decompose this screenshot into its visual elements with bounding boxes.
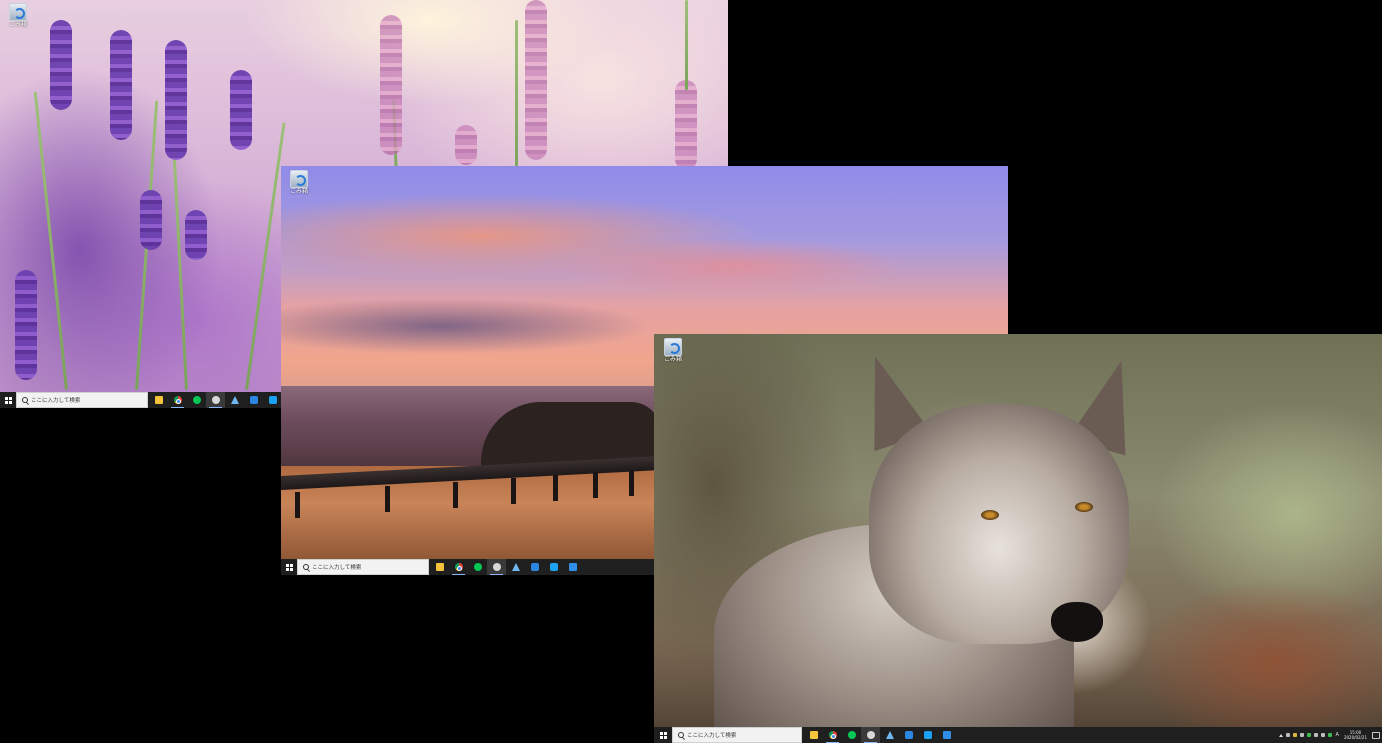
battery-icon[interactable] [1328,733,1333,737]
taskbar-file-explorer[interactable] [149,392,168,408]
volume-icon[interactable] [1321,733,1326,737]
start-button[interactable] [281,559,297,575]
search-placeholder: ここに入力して検索 [312,565,362,571]
twitter-icon [549,563,558,571]
clock-date: 2020/02/21 [1343,735,1367,740]
taskbar-line[interactable] [842,727,861,743]
start-button[interactable] [0,392,16,408]
app-launcher-icon [530,563,539,571]
clock[interactable]: 15:00 2020/02/21 [1344,730,1367,740]
chrome-icon [454,563,463,571]
twitter-icon [923,731,932,739]
cloud-icon [866,731,875,739]
taskbar-cloud-app[interactable] [206,392,225,408]
ime-indicator[interactable]: A [1336,732,1339,738]
taskbar-cloud-app[interactable] [861,727,880,743]
taskbar-navigation-app[interactable] [225,392,244,408]
app-window-icon [942,731,951,739]
tray-sync-icon[interactable] [1307,733,1312,737]
taskbar-navigation-app[interactable] [506,559,525,575]
taskbar-cloud-app[interactable] [487,559,506,575]
search-box[interactable]: ここに入力して検索 [297,559,429,575]
search-icon [303,564,309,570]
recycle-bin-icon[interactable]: ごみ箱 [284,170,314,196]
taskbar-app-launcher[interactable] [244,392,263,408]
taskbar: ここに入力して検索 A 15:00 2020/02/21 [654,727,1382,743]
recycle-bin-label: ごみ箱 [8,21,27,28]
taskbar-chrome[interactable] [449,559,468,575]
app-window-icon [568,563,577,571]
recycle-bin-glyph-icon [9,3,27,21]
app-launcher-icon [904,731,913,739]
line-icon [473,563,482,571]
chrome-icon [173,396,182,404]
folder-icon [154,396,163,404]
taskbar-chrome[interactable] [823,727,842,743]
search-placeholder: ここに入力して検索 [31,398,81,404]
start-button[interactable] [654,727,672,743]
taskbar-app-launcher[interactable] [899,727,918,743]
recycle-bin-label: ごみ箱 [663,356,682,363]
taskbar-twitter[interactable] [544,559,563,575]
search-box[interactable]: ここに入力して検索 [16,392,148,408]
navigation-icon [511,563,520,571]
folder-icon [435,563,444,571]
taskbar-navigation-app[interactable] [880,727,899,743]
taskbar-twitter[interactable] [918,727,937,743]
notification-center-icon[interactable] [1372,731,1380,739]
windows-logo-icon [4,396,12,404]
recycle-bin-label: ごみ箱 [289,188,308,195]
line-icon [192,396,201,404]
navigation-icon [885,731,894,739]
taskbar-app-launcher[interactable] [525,559,544,575]
taskbar-file-explorer[interactable] [430,559,449,575]
taskbar-file-explorer[interactable] [804,727,823,743]
search-box[interactable]: ここに入力して検索 [672,727,802,743]
taskbar-app-window[interactable] [937,727,956,743]
twitter-icon [268,396,277,404]
monitor-3-desktop[interactable]: ごみ箱 ここに入力して検索 A 15:00 2020/02/21 [654,334,1382,743]
cloud-icon [492,563,501,571]
network-icon[interactable] [1314,733,1319,737]
cloud-icon [211,396,220,404]
app-launcher-icon [249,396,258,404]
taskbar-chrome[interactable] [168,392,187,408]
recycle-bin-glyph-icon [664,338,682,356]
chrome-icon [828,731,837,739]
recycle-bin-icon[interactable]: ごみ箱 [658,338,688,364]
tray-app-icon[interactable] [1286,733,1291,737]
recycle-bin-icon[interactable]: ごみ箱 [3,3,33,29]
system-tray: A 15:00 2020/02/21 [1278,727,1382,743]
taskbar-line[interactable] [468,559,487,575]
folder-icon [809,731,818,739]
search-icon [678,732,684,738]
show-hidden-icons-icon[interactable] [1279,733,1284,737]
windows-logo-icon [659,731,667,739]
taskbar-line[interactable] [187,392,206,408]
taskbar-app-window[interactable] [563,559,582,575]
recycle-bin-glyph-icon [290,170,308,188]
navigation-icon [230,396,239,404]
line-icon [847,731,856,739]
taskbar-twitter[interactable] [263,392,282,408]
search-icon [22,397,28,403]
windows-logo-icon [285,563,293,571]
tray-security-icon[interactable] [1300,733,1305,737]
search-placeholder: ここに入力して検索 [687,733,737,739]
tray-folder-icon[interactable] [1293,733,1298,737]
